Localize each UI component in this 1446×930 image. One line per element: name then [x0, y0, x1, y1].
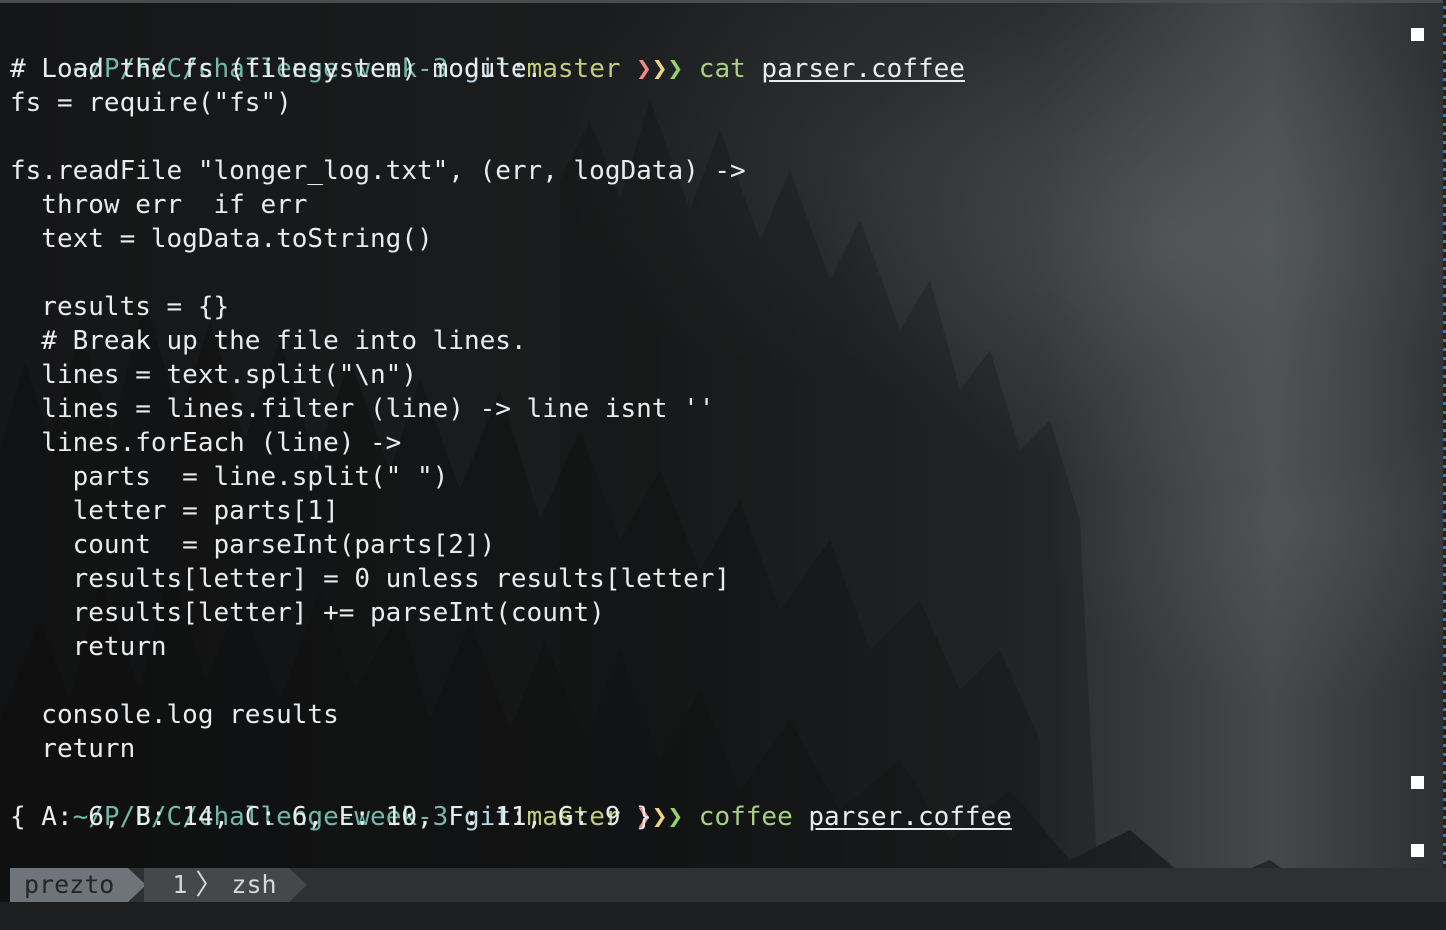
- terminal-output[interactable]: ~/P/F/C/challenge-week-3 git:master ❯❯❯ …: [10, 18, 1430, 900]
- window-bottom-padding: [0, 902, 1446, 930]
- code-line: fs.readFile "longer_log.txt", (err, logD…: [10, 156, 746, 186]
- code-line: return: [10, 734, 136, 764]
- code-line: text = logData.toString(): [10, 224, 433, 254]
- tmux-status-bar: prezto 1 〉 zsh: [10, 868, 1446, 902]
- prompt-line-coffee: ~/P/F/C/challenge-week-3 git:master ❯❯❯ …: [10, 766, 1430, 832]
- powerline-arrow-icon: [288, 868, 307, 902]
- code-line: letter = parts[1]: [10, 496, 339, 526]
- code-line: # Load the fs (filesystem) module.: [10, 54, 543, 84]
- code-line: throw err if err: [10, 190, 308, 220]
- window-index: 1: [172, 870, 188, 899]
- code-line: lines = lines.filter (line) -> line isnt…: [10, 394, 715, 424]
- code-line: lines.forEach (line) ->: [10, 428, 402, 458]
- window-name: zsh: [231, 870, 277, 899]
- code-line: results = {}: [10, 292, 230, 322]
- code-line: # Break up the file into lines.: [10, 326, 527, 356]
- session-name[interactable]: prezto: [10, 868, 129, 902]
- prompt-line-cat: ~/P/F/C/challenge-week-3 git:master ❯❯❯ …: [10, 18, 1430, 84]
- code-line: console.log results: [10, 700, 339, 730]
- active-prompt-line[interactable]: ~/P/F/C/challenge-week-3 git:master ❯❯❯: [10, 834, 1430, 900]
- code-line: return: [10, 632, 167, 662]
- code-line: parts = line.split(" "): [10, 462, 449, 492]
- code-line: results[letter] = 0 unless results[lette…: [10, 564, 731, 594]
- chevron-right-icon: 〉: [195, 868, 224, 901]
- line-marker-icon: [1411, 844, 1424, 857]
- code-line: lines = text.split("\n"): [10, 360, 417, 390]
- command-output: { A: 6, B: 14, C: 6, E: 10, F: 11, G: 9 …: [10, 802, 652, 832]
- line-marker-icon: [1411, 776, 1424, 789]
- code-line: results[letter] += parseInt(count): [10, 598, 605, 628]
- window-top-border: [0, 0, 1446, 3]
- code-line: fs = require("fs"): [10, 88, 292, 118]
- line-marker-icon: [1411, 28, 1424, 41]
- code-line: count = parseInt(parts[2]): [10, 530, 496, 560]
- window-tab-zsh[interactable]: 1 〉 zsh: [144, 868, 289, 902]
